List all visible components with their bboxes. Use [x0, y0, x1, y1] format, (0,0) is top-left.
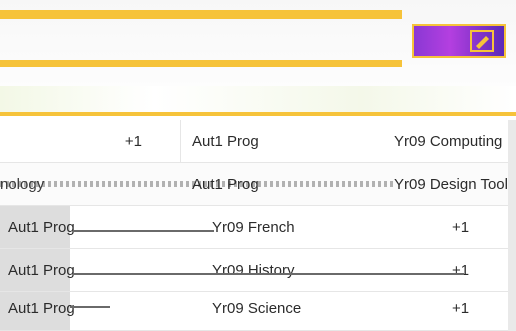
term-cell: Aut1 Prog — [8, 219, 75, 236]
pencil-icon — [470, 30, 494, 52]
subject-prefix-cell: nology — [0, 176, 45, 193]
count-cell: +1 — [452, 219, 470, 236]
term-cell: Aut1 Prog — [192, 176, 259, 193]
subject-cell: Yr09 History — [212, 262, 295, 279]
column-divider — [180, 120, 181, 163]
subject-cell: Yr09 Design Tool — [394, 176, 508, 193]
table-row[interactable]: nology Aut1 Prog Yr09 Design Tool — [0, 163, 516, 206]
count-cell: +1 — [452, 262, 470, 279]
table-row[interactable]: Aut1 Prog Yr09 French +1 — [0, 206, 516, 249]
row-glitch-line — [74, 273, 464, 275]
header-accent-band-2 — [0, 60, 402, 67]
term-cell: Aut1 Prog — [8, 262, 75, 279]
row-glitch-line — [70, 306, 110, 308]
subject-cell: Yr09 Science — [212, 300, 302, 317]
count-cell: +1 — [124, 133, 142, 150]
header-accent-band — [0, 10, 402, 19]
header-banner — [0, 0, 516, 118]
subject-cell: Yr09 Computing — [394, 133, 503, 150]
scrollbar-track[interactable] — [508, 120, 516, 331]
term-cell: Aut1 Prog — [8, 300, 75, 317]
count-cell: +1 — [452, 300, 470, 317]
table-row[interactable]: Aut1 Prog Yr09 Science +1 — [0, 292, 516, 331]
toolbar-strip — [0, 86, 516, 112]
table-row[interactable]: +1 Aut1 Prog Yr09 Computing — [0, 120, 516, 163]
row-glitch-line — [74, 230, 214, 232]
term-cell: Aut1 Prog — [192, 133, 259, 150]
subject-cell: Yr09 French — [212, 219, 295, 236]
edit-badge[interactable] — [412, 24, 506, 58]
header-bottom-accent — [0, 112, 516, 116]
table-row[interactable]: Aut1 Prog Yr09 History +1 — [0, 249, 516, 292]
